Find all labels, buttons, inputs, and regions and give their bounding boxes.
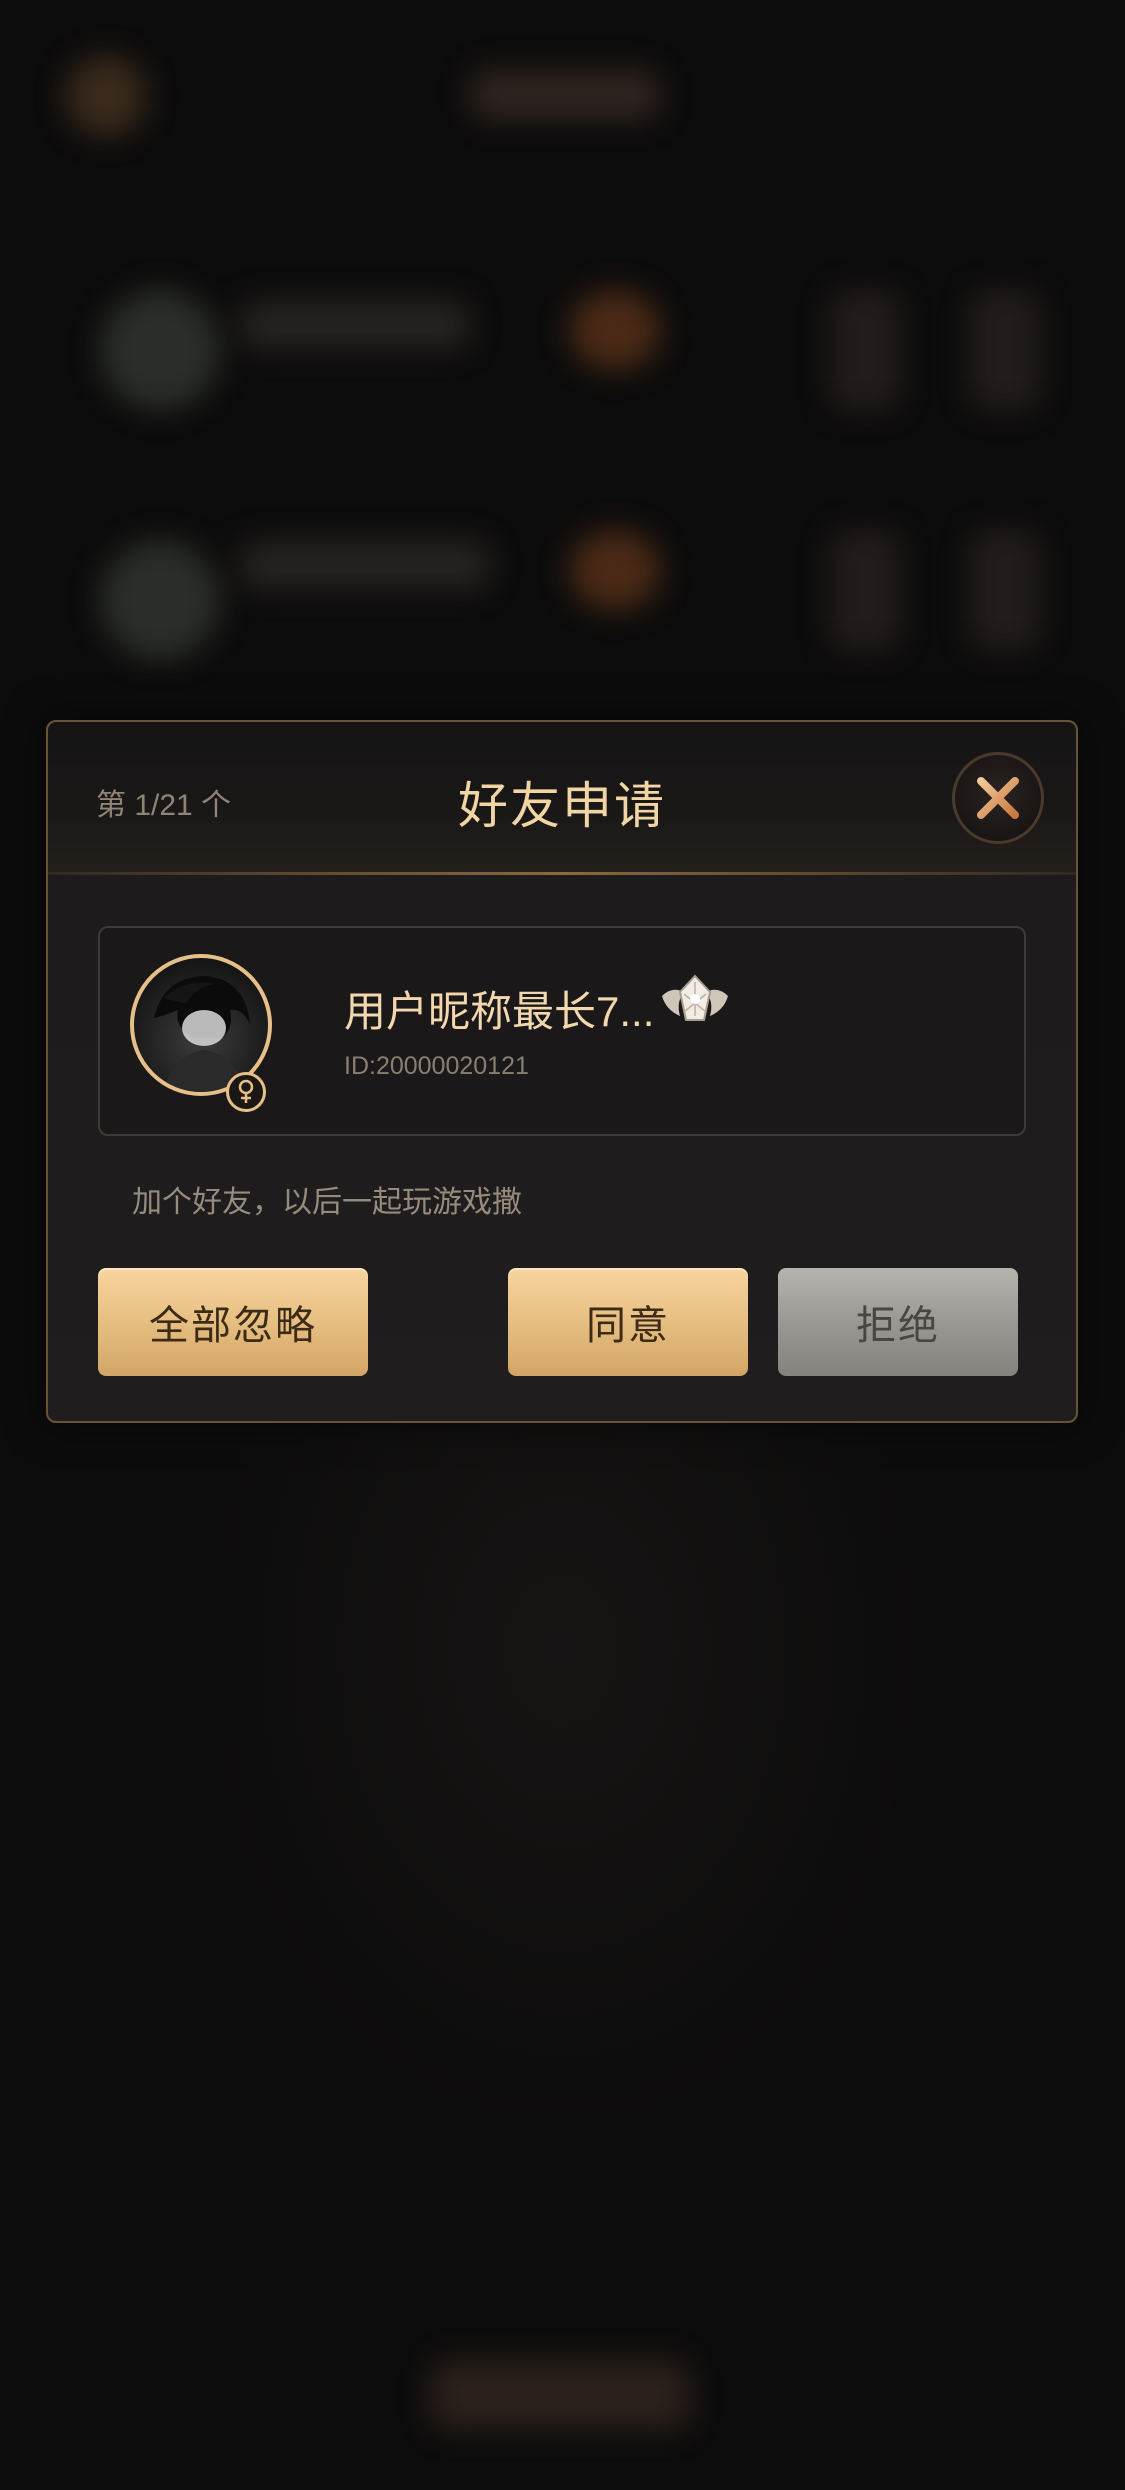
male-symbol-icon [226,1072,266,1112]
close-icon [977,777,1019,819]
reject-button[interactable]: 拒绝 [778,1268,1018,1376]
close-button[interactable] [952,752,1044,844]
header-divider [48,872,1076,875]
request-message: 加个好友，以后一起玩游戏撒 [132,1186,522,1219]
dialog-title: 好友申请 [458,778,666,834]
dialog-header: 第 1/21 个 好友申请 [48,722,1076,874]
ignore-all-button[interactable]: 全部忽略 [98,1268,368,1376]
user-id: ID:20000020121 [344,1052,529,1080]
user-nickname: 用户昵称最长7... [344,988,655,1035]
user-card: 用户昵称最长7... ID:20000020121 [98,926,1026,1136]
winged-crystal-rank-icon [662,974,728,1021]
agree-button[interactable]: 同意 [508,1268,748,1376]
friend-request-dialog: 第 1/21 个 好友申请 用户昵称最长7... ID:20000020121 … [46,720,1078,1423]
